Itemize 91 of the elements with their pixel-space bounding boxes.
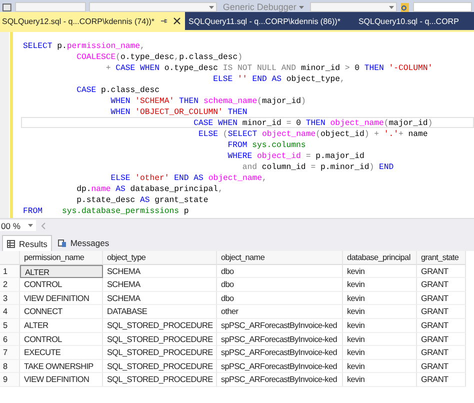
table-cell: dbo xyxy=(217,264,343,278)
table-cell: GRANT xyxy=(417,278,466,292)
code-line: WHEN 'OBJECT_OR_COLUMN' THEN xyxy=(110,107,248,117)
table-cell: dbo xyxy=(217,278,343,292)
table-cell: GRANT xyxy=(417,332,466,346)
table-cell: spPSC_ARForecastByInvoice-ked xyxy=(217,360,343,374)
table-cell: spPSC_ARForecastByInvoice-ked xyxy=(217,318,343,333)
table-cell: GRANT xyxy=(417,305,466,319)
code-line: ELSE 'other' END AS object_name, xyxy=(110,173,268,183)
table-cell: GRANT xyxy=(417,264,466,278)
table-cell: other xyxy=(217,305,343,319)
dropdown-caret-icon[interactable] xyxy=(299,6,304,8)
results-tab[interactable]: Results xyxy=(2,235,52,251)
find-icon[interactable] xyxy=(400,3,410,12)
table-cell: SQL_STORED_PROCEDURE xyxy=(103,332,217,346)
pin-icon[interactable] xyxy=(160,17,168,25)
table-cell: CONTROL xyxy=(20,278,103,292)
column-header[interactable]: permission_name xyxy=(20,251,103,265)
code-line: dp.name AS database_principal, xyxy=(76,184,224,194)
code-line: + CASE WHEN o.type_desc IS NOT NULL AND minor_id > 0 THEN '-COLUMN' xyxy=(104,63,434,73)
table-cell: SCHEMA xyxy=(103,292,217,306)
results-tab[interactable]: Messages xyxy=(54,235,114,251)
table-cell: kevin xyxy=(343,264,417,278)
grid-icon xyxy=(7,240,15,248)
row-number[interactable]: 2 xyxy=(0,278,20,292)
table-cell: dbo xyxy=(217,292,343,306)
table-cell: TAKE OWNERSHIP xyxy=(20,360,103,374)
row-number[interactable]: 3 xyxy=(0,292,20,306)
table-cell: kevin xyxy=(343,305,417,319)
column-header[interactable]: object_name xyxy=(217,251,343,265)
messages-icon xyxy=(58,239,66,247)
document-tab[interactable]: SQLQuery11.sql - q...CORP\kdennis (86))* xyxy=(184,12,344,30)
table-cell: DATABASE xyxy=(103,305,217,319)
row-number[interactable]: 5 xyxy=(0,318,20,333)
toolbar-icon[interactable] xyxy=(2,3,12,12)
dropdown-caret-icon[interactable] xyxy=(389,6,394,8)
table-cell: kevin xyxy=(343,373,417,387)
code-line: COALESCE(o.type_desc,p.class_desc) xyxy=(76,52,244,62)
table-cell: VIEW DEFINITION xyxy=(20,292,103,306)
code-line: p.state_desc AS grant_state xyxy=(76,195,210,205)
table-cell: kevin xyxy=(343,278,417,292)
table-cell: GRANT xyxy=(417,346,466,360)
column-header[interactable]: database_principal xyxy=(343,251,417,265)
code-line: FROM sys.database_permissions p xyxy=(22,206,190,216)
table-cell: kevin xyxy=(343,346,417,360)
document-tab[interactable]: SQLQuery10.sql - q...CORP xyxy=(354,12,463,30)
table-cell: SQL_STORED_PROCEDURE xyxy=(103,373,217,387)
code-line: WHEN 'SCHEMA' THEN schema_name(major_id) xyxy=(110,96,307,106)
row-number[interactable]: 4 xyxy=(0,305,20,319)
table-cell: GRANT xyxy=(417,373,466,387)
code-line: ELSE (SELECT object_name(object_id) + '.'+ name xyxy=(198,129,429,139)
table-cell: kevin xyxy=(343,332,417,346)
table-cell: SCHEMA xyxy=(103,278,217,292)
row-number[interactable]: 8 xyxy=(0,360,20,374)
table-cell: VIEW DEFINITION xyxy=(20,373,103,387)
row-number[interactable]: 7 xyxy=(0,346,20,360)
table-cell: kevin xyxy=(343,292,417,306)
table-cell: ALTER xyxy=(20,264,103,278)
table-cell: spPSC_ARForecastByInvoice-ked xyxy=(217,373,343,387)
code-line: CASE p.class_desc xyxy=(76,85,161,95)
zoom-dropdown[interactable]: 00 % xyxy=(0,220,36,231)
column-header[interactable]: object_type xyxy=(103,251,217,265)
search-field[interactable] xyxy=(412,2,472,12)
table-cell: GRANT xyxy=(417,318,466,333)
table-cell: SCHEMA xyxy=(103,264,217,278)
table-cell: ALTER xyxy=(20,318,103,333)
table-cell: CONNECT xyxy=(20,305,103,319)
table-cell: EXECUTE xyxy=(20,346,103,360)
table-cell: SQL_STORED_PROCEDURE xyxy=(103,360,217,374)
table-cell: spPSC_ARForecastByInvoice-ked xyxy=(217,332,343,346)
code-line: WHERE object_id = p.major_id xyxy=(226,151,366,161)
table-cell: SQL_STORED_PROCEDURE xyxy=(103,318,217,333)
dropdown-caret-icon[interactable] xyxy=(208,6,214,8)
close-icon[interactable] xyxy=(172,17,181,25)
table-cell: GRANT xyxy=(417,292,466,306)
code-line: and column_id = p.minor_id) END xyxy=(241,162,395,172)
table-cell: CONTROL xyxy=(20,332,103,346)
code-line: ELSE '' END AS object_type, xyxy=(212,74,346,84)
table-cell: kevin xyxy=(343,318,417,333)
table-cell: kevin xyxy=(343,360,417,374)
row-number[interactable]: 1 xyxy=(0,264,20,278)
dropdown-caret-icon[interactable] xyxy=(28,224,34,227)
row-number[interactable]: 6 xyxy=(0,332,20,346)
table-cell: spPSC_ARForecastByInvoice-ked xyxy=(217,346,343,360)
document-tab[interactable]: SQLQuery12.sql - q...CORP\kdennis (74))* xyxy=(0,12,185,30)
table-cell: SQL_STORED_PROCEDURE xyxy=(103,346,217,360)
row-number[interactable]: 9 xyxy=(0,373,20,387)
code-line: SELECT p.permission_name, xyxy=(22,41,146,51)
table-cell: GRANT xyxy=(417,360,466,374)
column-header[interactable]: grant_state xyxy=(417,251,466,265)
code-line: FROM sys.columns xyxy=(226,140,307,150)
